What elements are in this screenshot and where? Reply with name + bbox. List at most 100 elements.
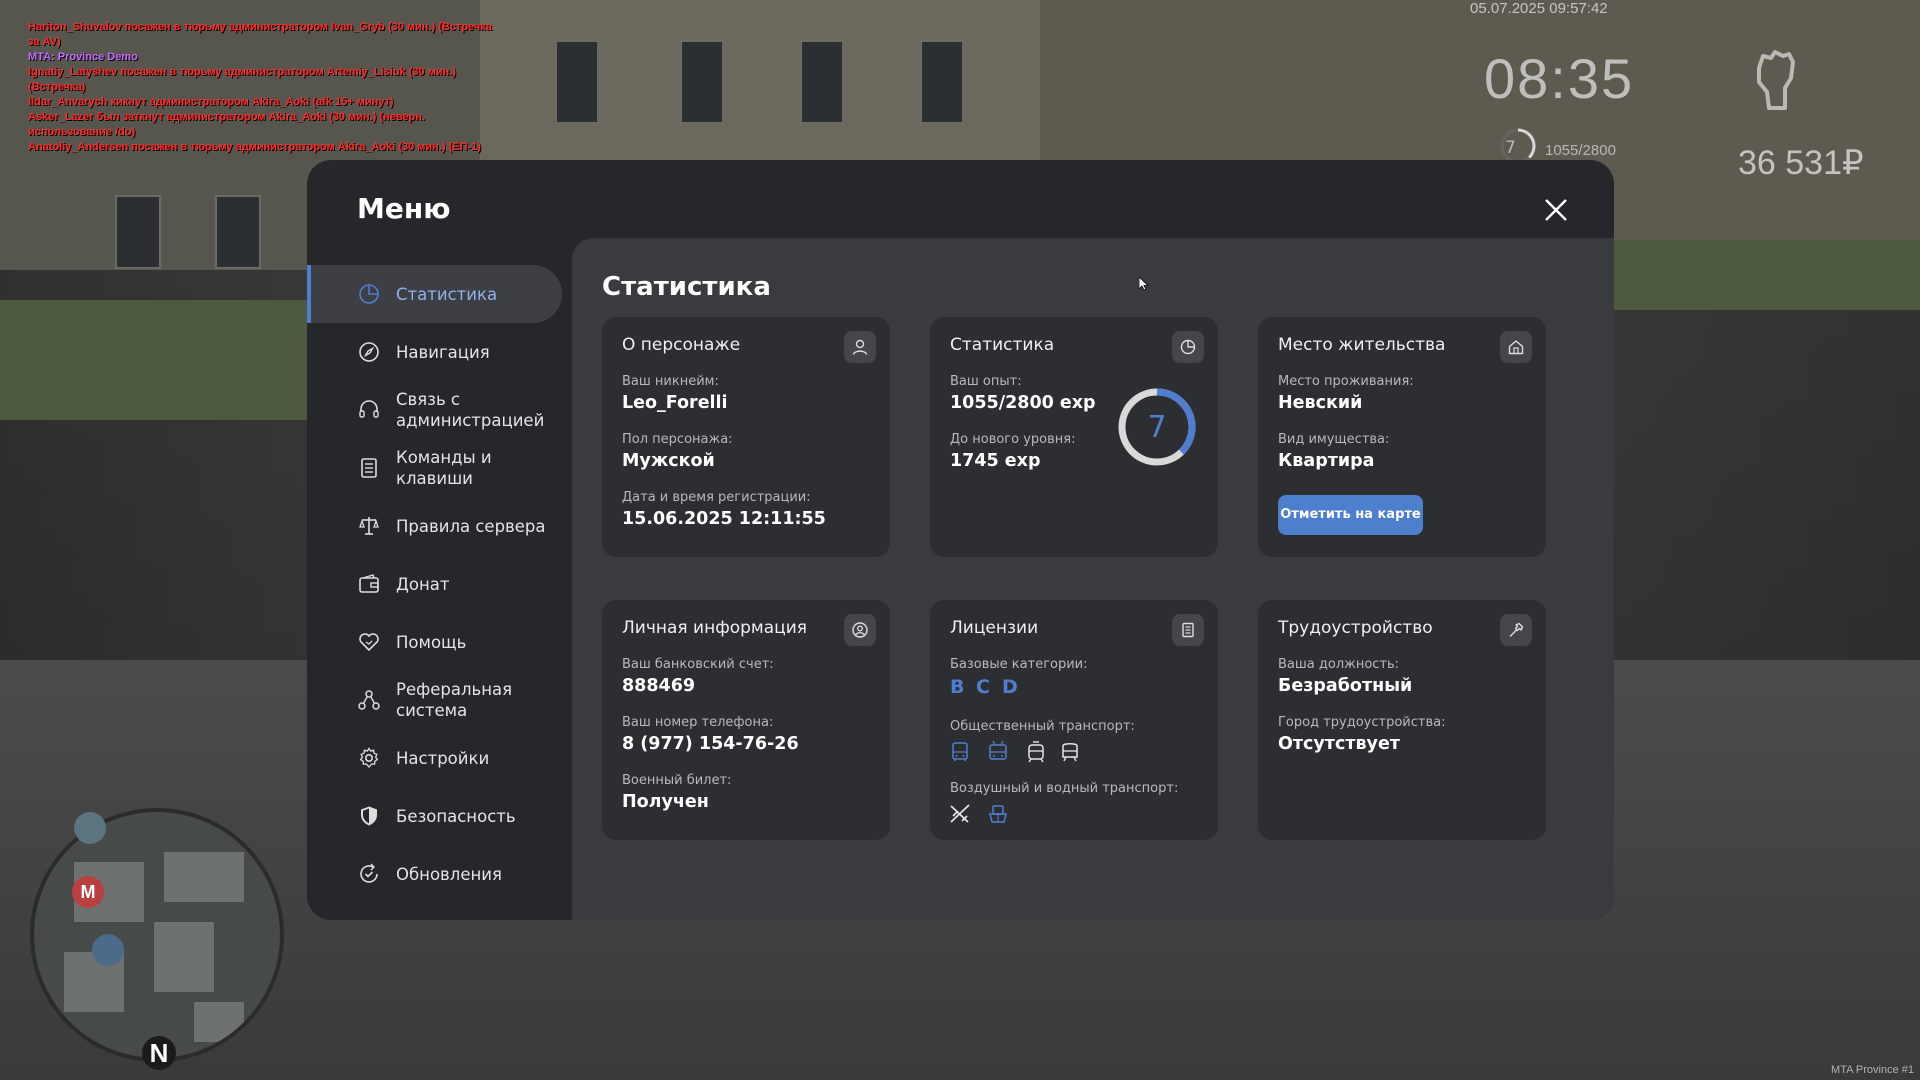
sidebar-item-rules[interactable]: Правила сервера: [307, 497, 562, 555]
document-list-icon: [361, 458, 377, 478]
compass-icon: [359, 342, 379, 362]
mouse-cursor-icon: [1139, 277, 1149, 291]
gender-label: Пол персонажа:: [622, 432, 733, 447]
window: [115, 195, 161, 269]
sidebar-item-commands[interactable]: Команды и клавиши: [307, 439, 562, 497]
grass: [1614, 240, 1920, 310]
chat-line: Hariton_Shuvalov посажен в тюрьму админи…: [28, 21, 492, 48]
level-number: 7: [1147, 410, 1166, 445]
close-icon[interactable]: [1536, 190, 1576, 230]
property-type-value: Квартира: [1278, 451, 1375, 471]
refresh-check-icon: [360, 863, 378, 883]
level-progress-ring: 7: [1118, 388, 1196, 466]
hud-level: 7: [1505, 138, 1516, 158]
chat-line: Ildar_Anvarych кикнут администратором Ak…: [28, 96, 394, 108]
gender-value: Мужской: [622, 451, 715, 471]
boat-icon: [989, 805, 1007, 823]
fist-icon: [1757, 50, 1795, 110]
mark-on-map-button[interactable]: Отметить на карте: [1278, 495, 1423, 535]
job-city-value: Отсутствует: [1278, 734, 1400, 754]
trolleybus-icon: [989, 740, 1007, 760]
sidebar-item-label: Связь с администрацией: [396, 390, 545, 430]
sidebar-nav: Статистика Навигация Связь с администрац…: [307, 265, 562, 903]
chat-line: Asker_Lazer был заткнут администратором …: [28, 111, 425, 138]
tram-icon: [1028, 741, 1044, 763]
bank-account-label: Ваш банковский счет:: [622, 657, 774, 672]
base-categories-label: Базовые категории:: [950, 657, 1088, 672]
phone-label: Ваш номер телефона:: [622, 715, 774, 730]
sidebar-item-settings[interactable]: Настройки: [307, 729, 562, 787]
user-icon: [844, 331, 876, 363]
sidebar-item-label: Статистика: [396, 284, 498, 304]
headset-icon: [359, 400, 379, 418]
character-card: О персонаже Ваш никнейм: Leo_Forelli Пол…: [602, 317, 890, 557]
card-title: Личная информация: [622, 618, 808, 638]
sidebar-item-referral[interactable]: Реферальная система: [307, 671, 562, 729]
plane-icon: [950, 804, 970, 823]
sidebar-item-updates[interactable]: Обновления: [307, 845, 562, 903]
taxi-marker-icon: [74, 812, 106, 844]
map-block: [194, 1002, 244, 1042]
map-block: [164, 852, 244, 902]
military-id-value: Получен: [622, 792, 709, 812]
sidebar-item-admin-contact[interactable]: Связь с администрацией: [307, 381, 562, 439]
nickname-value: Leo_Forelli: [622, 393, 728, 413]
card-title: Место жительства: [1278, 335, 1446, 355]
nickname-label: Ваш никнейм:: [622, 374, 719, 389]
hud-exp: 1055/2800: [1545, 142, 1616, 159]
card-title: Статистика: [950, 335, 1055, 355]
pie-chart-icon: [359, 284, 379, 304]
sidebar-item-label: Помощь: [396, 632, 467, 652]
user-circle-icon: [844, 614, 876, 646]
window: [800, 40, 844, 124]
menu-title: Меню: [357, 192, 451, 225]
license-doc-icon: [1172, 614, 1204, 646]
metro-marker-icon: M: [72, 876, 104, 908]
sidebar-item-label: Настройки: [396, 748, 490, 768]
registration-label: Дата и время регистрации:: [622, 490, 811, 505]
scales-icon: [359, 517, 379, 535]
minimap: [30, 808, 284, 1062]
sidebar-item-navigation[interactable]: Навигация: [307, 323, 562, 381]
license-category: D: [1002, 676, 1018, 698]
sidebar-item-help[interactable]: Помощь: [307, 613, 562, 671]
sidebar-item-donate[interactable]: Донат: [307, 555, 562, 613]
page-title: Статистика: [602, 272, 771, 302]
sidebar-item-label: Навигация: [396, 342, 490, 362]
menu-window: Меню Статистика Навигация Связь с админи…: [307, 160, 1614, 920]
metro-icon: [1062, 743, 1078, 762]
window: [215, 195, 261, 269]
gear-icon: [359, 747, 379, 768]
exp-label: Ваш опыт:: [950, 374, 1022, 389]
personal-info-card: Личная информация Ваш банковский счет: 8…: [602, 600, 890, 840]
grass: [0, 300, 307, 420]
chat-log: Hariton_Shuvalov посажен в тюрьму админи…: [28, 20, 498, 155]
shield-icon: [361, 806, 377, 826]
sidebar-item-label: Правила сервера: [396, 516, 546, 536]
map-block: [154, 922, 214, 992]
job-city-label: Город трудоустройства:: [1278, 715, 1446, 730]
exp-value: 1055/2800 exp: [950, 393, 1096, 413]
hud-clock: 08:35: [1484, 47, 1635, 110]
sidebar-item-security[interactable]: Безопасность: [307, 787, 562, 845]
window: [680, 40, 724, 124]
sidebar-item-label: Реферальная система: [396, 680, 513, 720]
property-type-label: Вид имущества:: [1278, 432, 1390, 447]
card-title: Трудоустройство: [1278, 618, 1433, 638]
house-icon: [1500, 331, 1532, 363]
stats-card: Статистика Ваш опыт: 1055/2800 exp До но…: [930, 317, 1218, 557]
statistics-content: Статистика О персонаже Ваш никнейм: Leo_…: [572, 238, 1614, 920]
employment-card: Трудоустройство Ваша должность: Безработ…: [1258, 600, 1546, 840]
public-transport-label: Общественный транспорт:: [950, 719, 1135, 734]
referral-icon: [358, 690, 380, 710]
sidebar-item-statistics[interactable]: Статистика: [307, 265, 562, 323]
job-position-value: Безработный: [1278, 676, 1413, 696]
chat-line: Anatoliy_Andersen посажен в тюрьму админ…: [28, 141, 481, 153]
bus-icon: [952, 742, 968, 761]
hud-money: 36 531₽: [1738, 144, 1864, 182]
watermark: MTA Province #1: [1831, 1064, 1914, 1076]
card-title: О персонаже: [622, 335, 741, 355]
licenses-card: Лицензии Базовые категории: B C D Общест…: [930, 600, 1218, 840]
registration-value: 15.06.2025 12:11:55: [622, 509, 826, 529]
job-position-label: Ваша должность:: [1278, 657, 1400, 672]
